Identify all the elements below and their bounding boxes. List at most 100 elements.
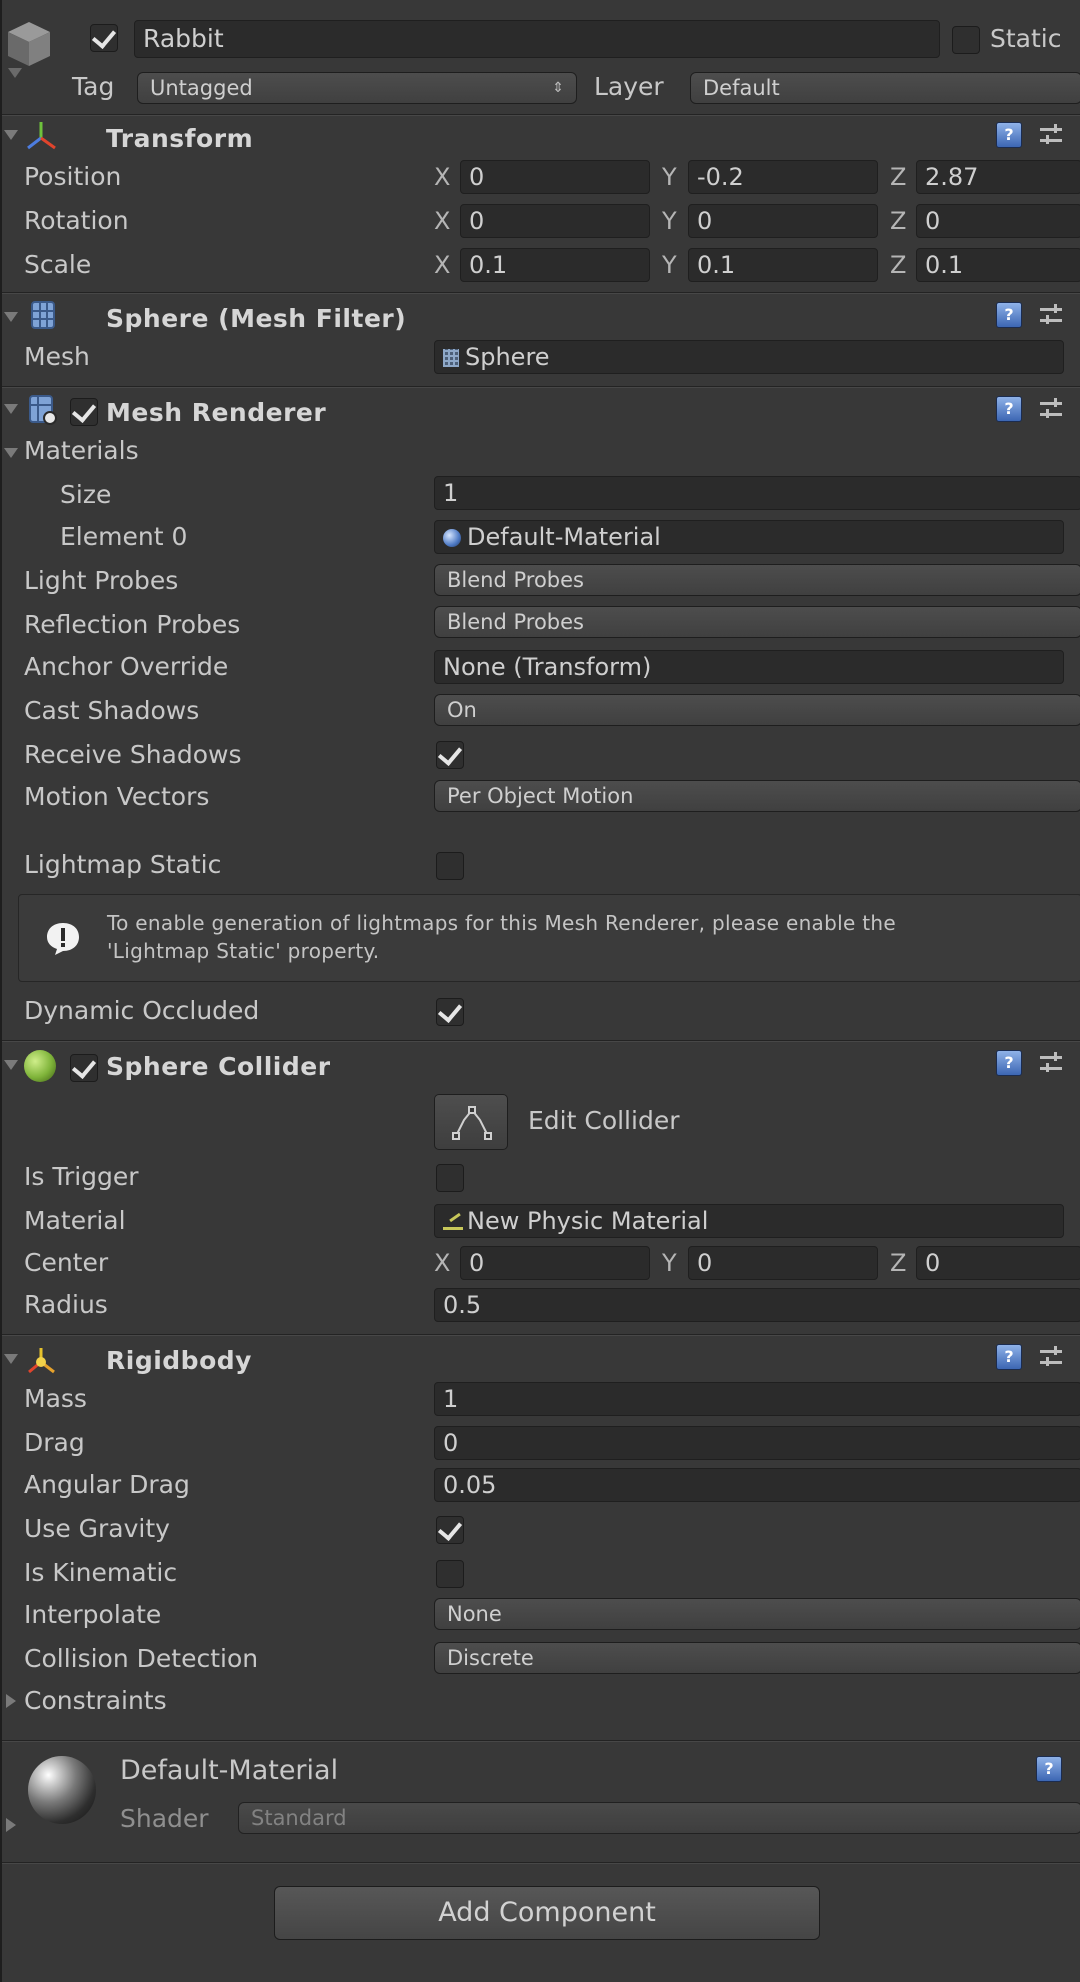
mesh-value: Sphere <box>465 343 550 371</box>
collision-detection-value: Discrete <box>447 1646 534 1670</box>
static-label: Static <box>990 24 1062 53</box>
mesh-renderer-fold-icon[interactable] <box>4 404 18 414</box>
static-toggle[interactable] <box>952 26 980 54</box>
help-icon[interactable]: ? <box>996 302 1022 328</box>
lightmap-static-checkbox[interactable] <box>436 852 464 880</box>
rigidbody-fold-icon[interactable] <box>4 1354 18 1364</box>
mesh-object-field[interactable]: Sphere <box>434 340 1064 374</box>
add-component-button[interactable]: Add Component <box>274 1886 820 1940</box>
angular-drag-field[interactable]: 0.05 <box>434 1468 1080 1502</box>
edit-collider-button[interactable] <box>434 1094 508 1150</box>
collider-material-value: New Physic Material <box>467 1207 709 1235</box>
motion-vectors-dropdown[interactable]: Per Object Motion <box>434 780 1080 812</box>
shader-dropdown[interactable]: Standard <box>238 1802 1080 1834</box>
dynamic-occluded-checkbox[interactable] <box>436 998 464 1026</box>
use-gravity-checkbox[interactable] <box>436 1516 464 1544</box>
edit-collider-icon <box>452 1106 492 1140</box>
mesh-renderer-enabled-toggle[interactable] <box>70 398 98 426</box>
settings-icon[interactable] <box>1040 302 1066 328</box>
element0-object-field[interactable]: Default-Material <box>434 520 1064 554</box>
shader-value: Standard <box>251 1806 347 1830</box>
transform-fold-icon[interactable] <box>4 130 18 140</box>
materials-size-field[interactable]: 1 <box>434 476 1080 510</box>
center-x-field[interactable]: 0 <box>460 1246 650 1280</box>
interpolate-dropdown[interactable]: None <box>434 1598 1080 1630</box>
separator <box>2 1334 1080 1336</box>
constraints-fold-icon[interactable] <box>6 1694 16 1708</box>
lightmap-info-box: To enable generation of lightmaps for th… <box>18 894 1080 982</box>
separator <box>2 1040 1080 1042</box>
materials-label: Materials <box>24 436 139 465</box>
settings-icon[interactable] <box>1040 1344 1066 1370</box>
transform-icon <box>24 120 58 152</box>
collision-detection-label: Collision Detection <box>24 1644 259 1673</box>
is-trigger-checkbox[interactable] <box>436 1164 464 1192</box>
info-icon <box>45 921 81 957</box>
materials-fold-icon[interactable] <box>4 448 18 458</box>
axis-z-label: Z <box>890 1249 907 1277</box>
mesh-renderer-icon <box>28 394 58 426</box>
axis-y-label: Y <box>662 1249 677 1277</box>
help-icon[interactable]: ? <box>996 396 1022 422</box>
material-fold-icon[interactable] <box>6 1818 16 1832</box>
scale-z-field[interactable]: 0.1 <box>916 248 1080 282</box>
settings-icon[interactable] <box>1040 396 1066 422</box>
is-trigger-label: Is Trigger <box>24 1162 139 1191</box>
mesh-filter-fold-icon[interactable] <box>4 312 18 322</box>
scale-x-field[interactable]: 0.1 <box>460 248 650 282</box>
header-fold-arrow-icon[interactable] <box>8 68 22 78</box>
position-z-field[interactable]: 2.87 <box>916 160 1080 194</box>
active-toggle[interactable] <box>90 24 118 52</box>
help-icon[interactable]: ? <box>996 1050 1022 1076</box>
gameobject-name-field[interactable]: Rabbit <box>134 20 940 58</box>
reflection-probes-dropdown[interactable]: Blend Probes <box>434 606 1080 638</box>
material-sphere-icon <box>443 529 461 547</box>
reflection-probes-label: Reflection Probes <box>24 610 241 639</box>
rotation-x-field[interactable]: 0 <box>460 204 650 238</box>
dynamic-occluded-label: Dynamic Occluded <box>24 996 260 1025</box>
radius-field[interactable]: 0.5 <box>434 1288 1080 1322</box>
collider-material-field[interactable]: New Physic Material <box>434 1204 1064 1238</box>
help-icon[interactable]: ? <box>1036 1756 1062 1782</box>
collision-detection-dropdown[interactable]: Discrete <box>434 1642 1080 1674</box>
axis-y-label: Y <box>662 163 677 191</box>
rotation-z-field[interactable]: 0 <box>916 204 1080 238</box>
center-y-field[interactable]: 0 <box>688 1246 878 1280</box>
rotation-y-field[interactable]: 0 <box>688 204 878 238</box>
receive-shadows-checkbox[interactable] <box>436 741 464 769</box>
help-icon[interactable]: ? <box>996 122 1022 148</box>
cast-shadows-dropdown[interactable]: On <box>434 694 1080 726</box>
mass-field[interactable]: 1 <box>434 1382 1080 1416</box>
updown-arrow-icon: ⇕ <box>552 80 564 96</box>
motion-vectors-label: Motion Vectors <box>24 782 210 811</box>
sphere-collider-fold-icon[interactable] <box>4 1060 18 1070</box>
sphere-collider-enabled-toggle[interactable] <box>70 1054 98 1082</box>
tag-dropdown[interactable]: Untagged ⇕ <box>137 72 577 104</box>
rigidbody-icon <box>24 1344 58 1376</box>
collider-material-label: Material <box>24 1206 126 1235</box>
anchor-override-field[interactable]: None (Transform) <box>434 650 1064 684</box>
cast-shadows-label: Cast Shadows <box>24 696 200 725</box>
separator <box>2 114 1080 116</box>
is-kinematic-checkbox[interactable] <box>436 1560 464 1588</box>
info-text-line2: 'Lightmap Static' property. <box>107 939 380 963</box>
tag-value: Untagged <box>150 76 253 100</box>
settings-icon[interactable] <box>1040 1050 1066 1076</box>
transform-title: Transform <box>106 124 254 153</box>
mesh-filter-title: Sphere (Mesh Filter) <box>106 304 407 333</box>
axis-x-label: X <box>434 1249 451 1277</box>
motion-vectors-value: Per Object Motion <box>447 784 634 808</box>
sphere-collider-icon <box>24 1050 56 1082</box>
position-y-field[interactable]: -0.2 <box>688 160 878 194</box>
settings-icon[interactable] <box>1040 122 1066 148</box>
mass-label: Mass <box>24 1384 87 1413</box>
layer-label: Layer <box>594 72 664 101</box>
drag-field[interactable]: 0 <box>434 1426 1080 1460</box>
center-z-field[interactable]: 0 <box>916 1246 1080 1280</box>
light-probes-dropdown[interactable]: Blend Probes <box>434 564 1080 596</box>
scale-y-field[interactable]: 0.1 <box>688 248 878 282</box>
help-icon[interactable]: ? <box>996 1344 1022 1370</box>
layer-dropdown[interactable]: Default <box>690 72 1080 104</box>
size-label: Size <box>60 480 112 509</box>
position-x-field[interactable]: 0 <box>460 160 650 194</box>
